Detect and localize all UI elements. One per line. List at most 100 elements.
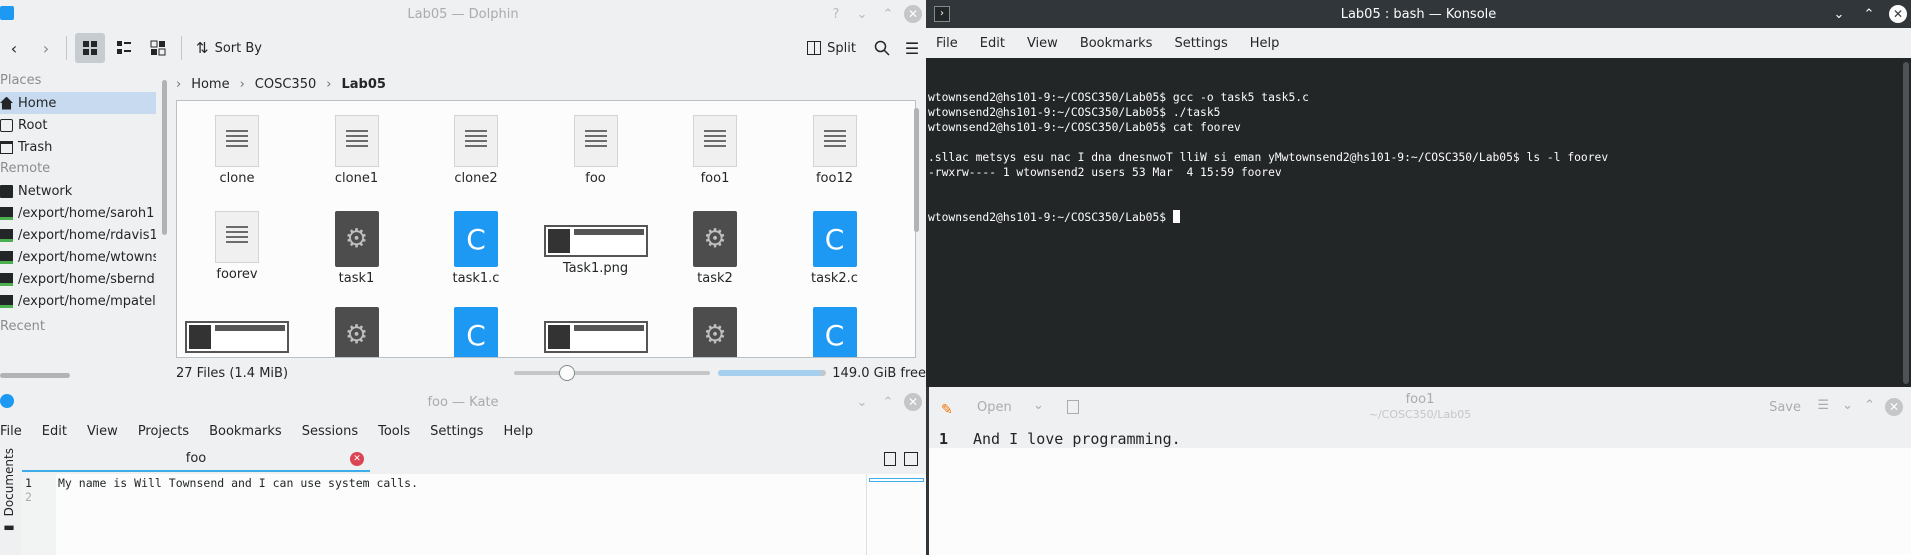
file-view-scrollbar[interactable] [914, 108, 919, 232]
maximize-icon[interactable]: ⌃ [1864, 398, 1875, 413]
file-item-partial[interactable]: C [426, 307, 526, 357]
sort-by-button[interactable]: ⇅ Sort By [190, 33, 268, 63]
menu-view[interactable]: View [87, 424, 118, 439]
sidebar-item-remote-sberndl[interactable]: /export/home/sberndl [0, 268, 156, 290]
compact-view-icon[interactable] [109, 33, 139, 63]
sidebar-item-trash[interactable]: Trash [0, 136, 156, 158]
close-icon[interactable]: ✕ [904, 5, 922, 23]
close-icon[interactable]: ✕ [1885, 398, 1903, 416]
documents-side-tab[interactable]: Documents ▬ [0, 448, 18, 555]
icons-view-icon[interactable] [75, 33, 105, 63]
file-label: task2.c [811, 271, 858, 286]
tab-foo[interactable]: foo ✕ [22, 446, 370, 472]
menu-view[interactable]: View [1027, 36, 1058, 51]
zoom-slider[interactable] [514, 365, 711, 381]
split-label: Split [827, 40, 856, 56]
konsole-titlebar[interactable]: › Lab05 : bash — Konsole ⌄ ⌃ ✕ [926, 0, 1911, 28]
search-icon[interactable] [868, 33, 896, 63]
file-item[interactable]: clone2 [426, 115, 526, 186]
back-icon[interactable]: ‹ [2, 33, 26, 63]
dolphin-titlebar[interactable]: Lab05 — Dolphin ? ⌄ ⌃ ✕ [0, 0, 926, 28]
maximize-icon[interactable]: ⌃ [1859, 4, 1879, 24]
help-icon[interactable]: ? [826, 4, 846, 24]
split-button[interactable]: Split [801, 33, 862, 63]
menu-file[interactable]: File [936, 36, 958, 51]
menu-sessions[interactable]: Sessions [302, 424, 358, 439]
zoom-slider-handle[interactable] [559, 365, 576, 381]
minimize-icon[interactable]: ⌄ [852, 4, 872, 24]
file-view[interactable]: clone clone1 clone2 foo foo1 foo12 foorev ⚙ task… [176, 100, 916, 358]
text-file-icon [215, 211, 259, 263]
file-item-partial[interactable]: ⚙ [307, 307, 407, 357]
editor-area[interactable] [953, 450, 1911, 555]
menu-settings[interactable]: Settings [430, 424, 483, 439]
breadcrumb-cosc350[interactable]: COSC350 [255, 77, 316, 92]
kate-editor[interactable]: 12 My name is Will Townsend and I can us… [22, 474, 926, 555]
minimap[interactable] [866, 474, 926, 555]
home-icon [0, 96, 13, 110]
file-item[interactable]: Task1.png [543, 211, 648, 276]
window-divider [926, 387, 929, 555]
forward-icon[interactable]: › [34, 33, 58, 63]
close-icon[interactable]: ✕ [1889, 5, 1907, 23]
hamburger-menu-icon[interactable]: ☰ [1817, 398, 1829, 413]
close-tab-icon[interactable]: ✕ [350, 452, 364, 466]
document-icon[interactable] [884, 452, 896, 466]
text-file-icon [454, 115, 498, 167]
maximize-icon[interactable]: ⌃ [878, 4, 898, 24]
file-item-partial[interactable] [185, 307, 289, 353]
menu-tools[interactable]: Tools [378, 424, 410, 439]
breadcrumb-home[interactable]: Home [191, 77, 229, 92]
sidebar-scrollbar[interactable] [162, 80, 167, 235]
sidebar-item-home[interactable]: Home [0, 92, 156, 114]
details-view-icon[interactable] [143, 33, 173, 63]
maximize-icon[interactable]: ⌃ [878, 392, 898, 412]
editor-line-1: And I love programming. [973, 430, 1181, 448]
close-icon[interactable]: ✕ [904, 393, 922, 411]
split-view-icon[interactable] [904, 452, 918, 466]
sidebar-item-network[interactable]: Network [0, 180, 156, 202]
kate-titlebar[interactable]: foo — Kate ⌄ ⌃ ✕ [0, 388, 926, 416]
menu-settings[interactable]: Settings [1174, 36, 1227, 51]
sidebar-item-remote-saroh1[interactable]: /export/home/saroh1 [0, 202, 156, 224]
sidebar-item-label: Root [18, 117, 48, 133]
line-number: 1 [25, 476, 32, 490]
sidebar-hscrollbar[interactable] [0, 373, 70, 378]
menu-help[interactable]: Help [1250, 36, 1280, 51]
file-label: foo12 [815, 171, 854, 186]
terminal-line: wtownsend2@hs101-9:~/COSC350/Lab05$ gcc … [928, 91, 1309, 104]
file-item[interactable]: clone1 [307, 115, 407, 186]
sidebar-item-remote-mpatel[interactable]: /export/home/mpatel [0, 290, 156, 312]
executable-icon: ⚙ [334, 211, 379, 267]
file-item[interactable]: foo1 [665, 115, 765, 186]
sidebar-item-root[interactable]: Root [0, 114, 156, 136]
menu-edit[interactable]: Edit [42, 424, 67, 439]
menu-projects[interactable]: Projects [138, 424, 189, 439]
file-item[interactable]: ⚙ task2 [665, 211, 765, 286]
minimize-icon[interactable]: ⌄ [1829, 4, 1849, 24]
menu-file[interactable]: File [0, 424, 22, 439]
sidebar-item-remote-wtowns[interactable]: /export/home/wtowns [0, 246, 156, 268]
file-item[interactable]: foo12 [785, 115, 885, 186]
file-item-partial[interactable]: C [785, 307, 885, 357]
terminal-output[interactable]: wtownsend2@hs101-9:~/COSC350/Lab05$ gcc … [928, 60, 1901, 387]
menu-bookmarks[interactable]: Bookmarks [1080, 36, 1153, 51]
hamburger-menu-icon[interactable]: ☰ [898, 33, 926, 63]
file-item[interactable]: ⚙ task1 [307, 211, 407, 286]
file-item[interactable]: Ctask1.c [426, 211, 526, 286]
file-item[interactable]: foo [546, 115, 646, 186]
terminal-scrollbar[interactable] [1903, 62, 1909, 384]
breadcrumb-lab05[interactable]: Lab05 [341, 77, 385, 92]
menu-help[interactable]: Help [503, 424, 533, 439]
save-button[interactable]: Save [1769, 400, 1801, 415]
sidebar-item-remote-rdavis1[interactable]: /export/home/rdavis1 [0, 224, 156, 246]
file-item[interactable]: clone [187, 115, 287, 186]
menu-edit[interactable]: Edit [980, 36, 1005, 51]
file-item[interactable]: Ctask2.c [785, 211, 885, 286]
minimize-icon[interactable]: ⌄ [852, 392, 872, 412]
file-item-partial[interactable]: ⚙ [665, 307, 765, 357]
file-item-partial[interactable] [543, 307, 648, 353]
menu-bookmarks[interactable]: Bookmarks [209, 424, 282, 439]
minimize-icon[interactable]: ⌄ [1842, 398, 1853, 413]
file-item[interactable]: foorev [187, 211, 287, 282]
